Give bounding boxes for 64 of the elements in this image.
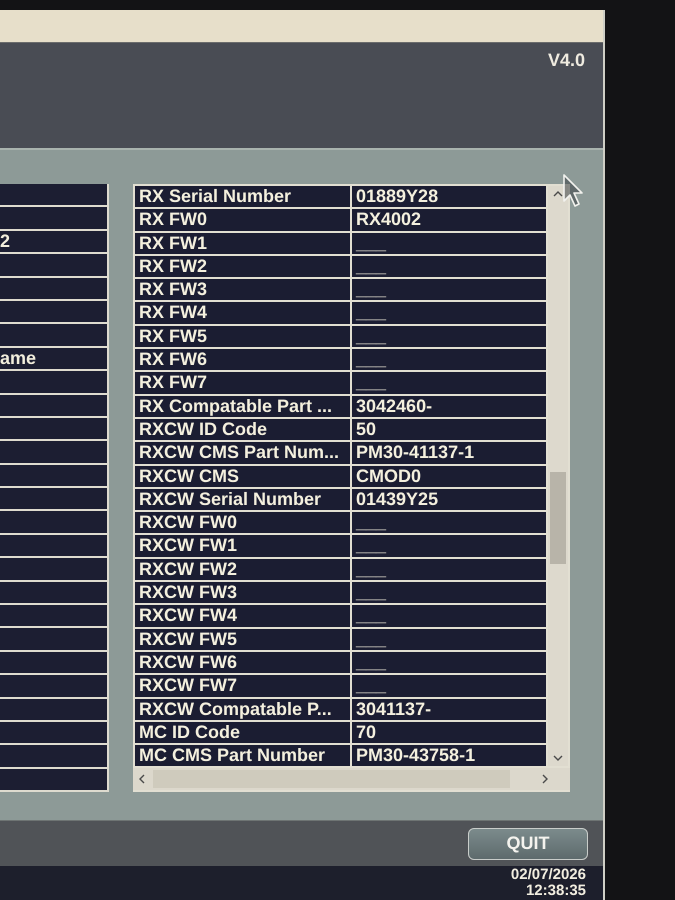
- table-cell: MC ID Code: [135, 722, 350, 744]
- table-cell: RX FW7: [135, 372, 350, 394]
- table-cell: RX FW3: [135, 279, 350, 300]
- table-cell: RX FW2: [135, 256, 350, 278]
- table-cell: RX4002: [352, 209, 546, 231]
- chevron-down-icon: [553, 755, 563, 762]
- chevron-left-icon: [139, 774, 145, 784]
- table-cell: 01889Y28: [352, 186, 546, 208]
- table-cell: ___: [352, 279, 546, 300]
- table-cell: ___: [352, 582, 546, 604]
- table-cell: 50: [352, 418, 546, 440]
- table-cell: 3041137-: [352, 698, 546, 720]
- table-cell: ___: [352, 256, 546, 278]
- table-cell: RXCW FW5: [135, 628, 350, 650]
- table-cell: ___: [352, 349, 546, 370]
- table-cell: ___: [352, 652, 546, 674]
- table-cell: RX Compatable Part ...: [135, 396, 350, 417]
- table-cell: ___: [352, 372, 546, 394]
- table-cell: RXCW FW6: [135, 652, 350, 674]
- table-cell: RXCW FW3: [135, 582, 350, 604]
- table-cell: RXCW CMS: [135, 466, 350, 487]
- table-cell: CMOD0: [352, 466, 546, 487]
- table-cell: ___: [352, 326, 546, 348]
- table-cell: ___: [352, 535, 546, 557]
- table-cell: MC CMS Part Number: [135, 745, 350, 766]
- mouse-pointer-icon: [563, 174, 585, 208]
- table-cell: ___: [352, 512, 546, 534]
- table-cell: 3042460-: [352, 396, 546, 417]
- table-cell: RXCW FW7: [135, 675, 350, 697]
- table-cell: ___: [352, 302, 546, 324]
- version-label: V4.0: [548, 50, 585, 71]
- time-label: 12:38:35: [526, 883, 586, 899]
- table-cell: ___: [352, 628, 546, 650]
- table-cell: PM30-43758-1: [352, 745, 546, 766]
- table-cell: ___: [352, 675, 546, 697]
- scrollbar-thumb[interactable]: [550, 472, 566, 564]
- table-cell: RX FW0: [135, 209, 350, 231]
- table-cell: RXCW FW2: [135, 558, 350, 580]
- table-cell: RXCW Serial Number: [135, 488, 350, 510]
- table-cell: ___: [352, 232, 546, 254]
- table-cell: RXCW Compatable P...: [135, 698, 350, 720]
- table-cell: RX Serial Number: [135, 186, 350, 208]
- chevron-up-icon: [553, 191, 563, 197]
- table-cell: 2: [0, 230, 107, 252]
- table-cell: RX FW4: [135, 302, 350, 324]
- table-cell: RXCW FW4: [135, 605, 350, 627]
- table-cell: RXCW FW1: [135, 535, 350, 557]
- table-cell: RX FW5: [135, 326, 350, 348]
- horizontal-scrollbar[interactable]: [133, 768, 570, 790]
- table-cell: ___: [352, 558, 546, 580]
- quit-button[interactable]: QUIT: [468, 828, 588, 860]
- table-cell: ___: [352, 605, 546, 627]
- table-cell: RXCW CMS Part Num...: [135, 442, 350, 464]
- table-cell: PM30-41137-1: [352, 442, 546, 464]
- table-cell: RX FW1: [135, 232, 350, 254]
- table-cell: RXCW ID Code: [135, 418, 350, 440]
- table-cell: 70: [352, 722, 546, 744]
- table-cell: RX FW6: [135, 349, 350, 370]
- table-cell: ame: [0, 348, 107, 370]
- table-cell: 01439Y25: [352, 488, 546, 510]
- chevron-right-icon: [542, 774, 548, 784]
- date-label: 02/07/2026: [510, 867, 586, 883]
- vertical-scrollbar[interactable]: [548, 186, 568, 766]
- table-cell: RXCW FW0: [135, 512, 350, 534]
